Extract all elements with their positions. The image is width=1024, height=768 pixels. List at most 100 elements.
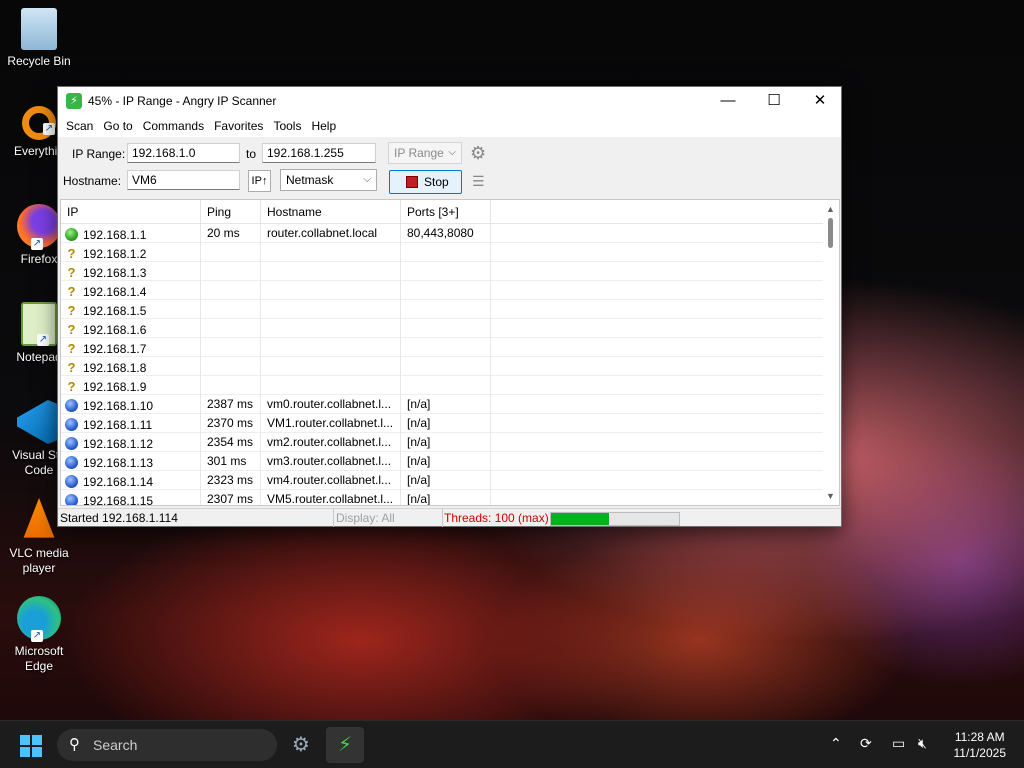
- close-button[interactable]: ✕: [797, 87, 843, 115]
- vscode-icon: [17, 400, 61, 444]
- table-row[interactable]: ? 192.168.1.9: [61, 376, 839, 395]
- unknown-status-icon: ?: [67, 303, 76, 318]
- table-row[interactable]: 192.168.1.13 301 ms vm3.router.collabnet.l…: [61, 452, 839, 471]
- cell-ping: [201, 357, 261, 376]
- search-placeholder: Search: [93, 737, 138, 753]
- clock-time: 11:28 AM: [954, 730, 1005, 744]
- cell-filler: [491, 281, 825, 300]
- table-row[interactable]: 192.168.1.14 2323 ms vm4.router.collabnet.…: [61, 471, 839, 490]
- title-bar[interactable]: ⚡ 45% - IP Range - Angry IP Scanner — ☐ …: [58, 87, 841, 115]
- table-row[interactable]: ? 192.168.1.2: [61, 243, 839, 262]
- column-header-filler: [491, 200, 825, 224]
- cell-ports: [401, 376, 491, 395]
- scrollbar-thumb[interactable]: [828, 218, 833, 248]
- taskbar-settings-app[interactable]: ⚙: [282, 727, 320, 763]
- cell-ip: 192.168.1.10: [61, 395, 201, 414]
- list-icon[interactable]: ☰: [472, 173, 485, 190]
- dead-status-icon: [65, 494, 78, 505]
- sync-icon[interactable]: ⟳: [860, 735, 872, 752]
- hostname-field[interactable]: [127, 170, 240, 190]
- column-header-ip[interactable]: IP: [61, 200, 201, 224]
- cell-hostname: [261, 376, 401, 395]
- vertical-scrollbar[interactable]: ▲ ▼: [823, 200, 839, 505]
- table-row[interactable]: ? 192.168.1.3: [61, 262, 839, 281]
- table-row[interactable]: 192.168.1.15 2307 ms VM5.router.collabnet.…: [61, 490, 839, 505]
- cell-ping: 20 ms: [201, 224, 261, 243]
- dead-status-icon: [65, 456, 78, 469]
- monitor-icon[interactable]: ▭: [892, 735, 905, 752]
- cell-ip: ? 192.168.1.2: [61, 243, 201, 262]
- ip-up-button[interactable]: IP↑: [248, 170, 271, 192]
- cell-hostname: [261, 262, 401, 281]
- cell-ip: 192.168.1.14: [61, 471, 201, 490]
- edge-icon: ↗: [17, 596, 61, 642]
- cell-filler: [491, 490, 825, 505]
- table-row[interactable]: ? 192.168.1.8: [61, 357, 839, 376]
- column-header-ports[interactable]: Ports [3+]: [401, 200, 491, 224]
- minimize-button[interactable]: —: [705, 87, 751, 115]
- table-row[interactable]: 192.168.1.1 20 ms router.collabnet.local 80…: [61, 224, 839, 243]
- table-row[interactable]: ? 192.168.1.6: [61, 319, 839, 338]
- cell-ports: [401, 357, 491, 376]
- scroll-up-icon[interactable]: ▲: [826, 204, 835, 214]
- cell-ping: 2354 ms: [201, 433, 261, 452]
- cell-filler: [491, 452, 825, 471]
- cell-hostname: vm3.router.collabnet.l...: [261, 452, 401, 471]
- table-row[interactable]: 192.168.1.11 2370 ms VM1.router.collabnet.…: [61, 414, 839, 433]
- column-header-hostname[interactable]: Hostname: [261, 200, 401, 224]
- scroll-down-icon[interactable]: ▼: [826, 491, 835, 501]
- desktop-icon-edge[interactable]: ↗ Microsoft Edge: [0, 596, 78, 674]
- menu-commands[interactable]: Commands: [139, 119, 208, 133]
- column-header-ping[interactable]: Ping: [201, 200, 261, 224]
- ip-to-field[interactable]: [262, 143, 376, 163]
- netmask-select[interactable]: Netmask ⌵: [280, 169, 377, 191]
- taskbar-search[interactable]: ⚲ Search: [57, 729, 277, 761]
- ip-from-field[interactable]: [127, 143, 240, 163]
- ip-text: 192.168.1.4: [83, 284, 147, 299]
- cell-ports: 80,443,8080: [401, 224, 491, 243]
- scan-progress-fill: [551, 513, 609, 525]
- angry-ip-scanner-icon: ⚡: [337, 734, 353, 756]
- ip-text: 192.168.1.2: [83, 246, 147, 261]
- table-row[interactable]: 192.168.1.10 2387 ms vm0.router.collabnet.…: [61, 395, 839, 414]
- windows-logo-icon: [32, 735, 42, 745]
- menu-favorites[interactable]: Favorites: [210, 119, 267, 133]
- cell-ip: ? 192.168.1.8: [61, 357, 201, 376]
- cell-ports: [401, 319, 491, 338]
- toolbar: IP Range: to IP Range ⌵ ⚙ Hostname: IP↑ …: [58, 137, 841, 197]
- cell-ping: [201, 338, 261, 357]
- stop-button[interactable]: Stop: [389, 170, 462, 194]
- menu-goto[interactable]: Go to: [99, 119, 136, 133]
- magnifier-icon: ↗: [22, 106, 56, 140]
- desktop-icon-label: VLC media player: [9, 546, 69, 575]
- angry-ip-scanner-icon: ⚡: [66, 93, 82, 109]
- start-button[interactable]: [20, 735, 42, 757]
- table-row[interactable]: ? 192.168.1.5: [61, 300, 839, 319]
- shortcut-arrow-icon: ↗: [31, 630, 43, 642]
- system-clock[interactable]: 11:28 AM 11/1/2025: [954, 729, 1007, 761]
- firefox-icon: ↗: [17, 204, 61, 250]
- table-row[interactable]: 192.168.1.12 2354 ms vm2.router.collabnet.…: [61, 433, 839, 452]
- cell-ping: 2307 ms: [201, 490, 261, 505]
- cell-filler: [491, 224, 825, 243]
- dead-status-icon: [65, 437, 78, 450]
- chevron-up-icon[interactable]: ⌃: [830, 735, 842, 752]
- cell-ping: 301 ms: [201, 452, 261, 471]
- taskbar-angry-ip-scanner-app[interactable]: ⚡: [326, 727, 364, 763]
- feeder-select[interactable]: IP Range ⌵: [388, 142, 462, 164]
- netmask-select-value: Netmask: [286, 173, 334, 187]
- menu-scan[interactable]: Scan: [62, 119, 97, 133]
- maximize-button[interactable]: ☐: [751, 87, 797, 115]
- volume-muted-icon[interactable]: 🔇︎: [918, 735, 927, 752]
- gear-icon[interactable]: ⚙: [470, 143, 486, 164]
- table-row[interactable]: ? 192.168.1.4: [61, 281, 839, 300]
- cell-ports: [n/a]: [401, 395, 491, 414]
- window-title: 45% - IP Range - Angry IP Scanner: [88, 94, 277, 108]
- table-body: 192.168.1.1 20 ms router.collabnet.local 80…: [61, 224, 839, 505]
- menu-help[interactable]: Help: [307, 119, 340, 133]
- menu-tools[interactable]: Tools: [269, 119, 305, 133]
- cell-ip: 192.168.1.11: [61, 414, 201, 433]
- table-row[interactable]: ? 192.168.1.7: [61, 338, 839, 357]
- desktop-icon-recycle-bin[interactable]: Recycle Bin: [0, 8, 78, 69]
- cell-ip: ? 192.168.1.4: [61, 281, 201, 300]
